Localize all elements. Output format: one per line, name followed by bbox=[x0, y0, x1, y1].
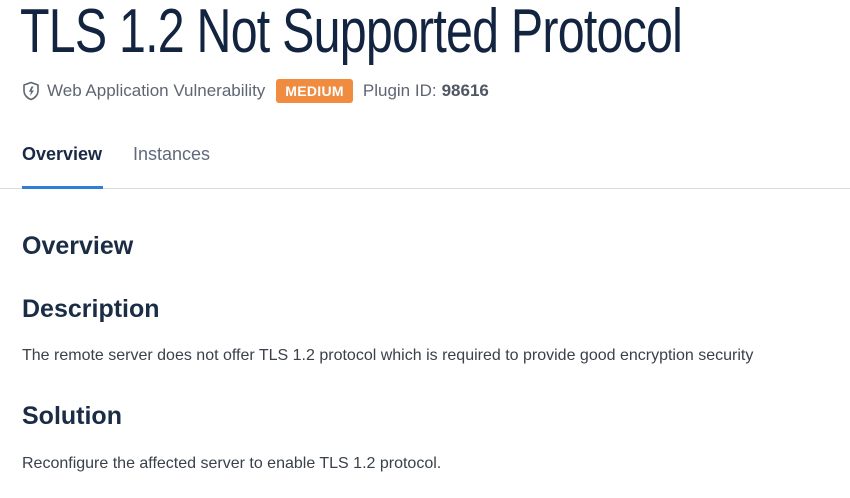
plugin-id-value: 98616 bbox=[441, 81, 489, 100]
description-text: The remote server does not offer TLS 1.2… bbox=[22, 347, 754, 364]
plugin-detail-page: TLS 1.2 Not Supported Protocol Web Appli… bbox=[0, 0, 850, 498]
solution-heading: Solution bbox=[22, 402, 122, 430]
plugin-meta-row: Web Application Vulnerability MEDIUM Plu… bbox=[22, 78, 489, 104]
page-title: TLS 1.2 Not Supported Protocol bbox=[20, 0, 683, 66]
solution-text: Reconfigure the affected server to enabl… bbox=[22, 455, 442, 472]
overview-heading: Overview bbox=[22, 232, 134, 260]
severity-badge: MEDIUM bbox=[276, 79, 353, 103]
plugin-id-label: Plugin ID: bbox=[362, 81, 437, 100]
description-heading: Description bbox=[22, 295, 160, 323]
shield-icon bbox=[22, 81, 40, 101]
vulnerability-category: Web Application Vulnerability bbox=[47, 81, 266, 100]
tab-bar: Overview Instances bbox=[0, 130, 850, 189]
tab-instances[interactable]: Instances bbox=[133, 142, 210, 166]
tab-overview[interactable]: Overview bbox=[22, 142, 103, 189]
